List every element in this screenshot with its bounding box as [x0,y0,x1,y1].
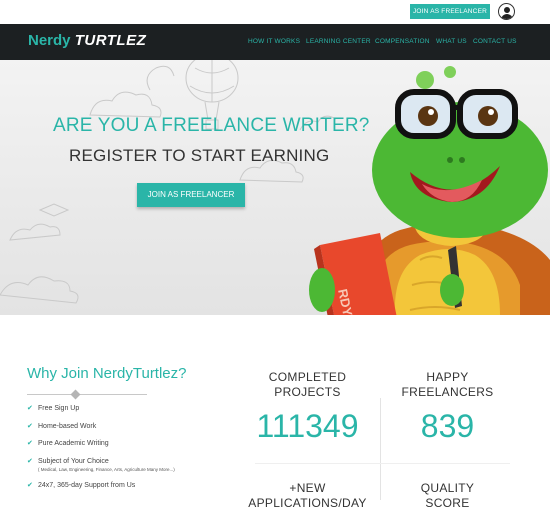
brand-logo-part2: TURTLEZ [75,32,147,49]
benefit-item: ✔ Home-based Work [27,422,175,431]
benefit-item: ✔ 24x7, 365-day Support from Us [27,481,175,490]
join-freelancer-top-button[interactable]: JOIN AS FREELANCER [410,4,490,19]
sketch-cloud-1 [90,92,161,117]
check-icon: ✔ [27,439,33,448]
sketch-cloud-3 [0,277,78,303]
stat-value: 839 [380,408,515,444]
nav-what-us[interactable]: WHAT US [436,38,467,45]
check-icon: ✔ [27,422,33,431]
divider-diamond-icon [71,390,81,400]
brand-logo-part1: Nerdy [28,32,71,49]
join-freelancer-hero-button[interactable]: JOIN AS FREELANCER [137,183,245,207]
brand-logo[interactable]: Nerdy TURTLEZ [28,32,146,50]
benefits-list: ✔ Free Sign Up ✔ Home-based Work ✔ Pure … [27,404,175,499]
hero-subheadline: REGISTER TO START EARNING [69,146,329,166]
sketch-cloud-4 [10,224,60,240]
section-divider [27,389,147,399]
benefit-note: ( Medical, Law, Engineering, Finance, Ar… [38,466,175,473]
check-icon: ✔ [27,457,33,466]
stat-label: +NEWAPPLICATIONS/DAY [240,481,375,511]
nav-contact-us[interactable]: CONTACT US [473,38,517,45]
main-navbar: Nerdy TURTLEZ HOW IT WORKS LEARNING CENT… [0,24,550,60]
avatar-body [501,14,513,20]
stat-happy-freelancers: HAPPYFREELANCERS 839 [380,370,515,444]
user-avatar-icon[interactable] [498,3,515,20]
turtle-mascot-illustration: RDY [300,60,550,315]
stat-label: QUALITYSCORE [380,481,515,511]
stat-label: HAPPYFREELANCERS [380,370,515,400]
nav-learning-center[interactable]: LEARNING CENTER [306,38,371,45]
stat-new-applications: +NEWAPPLICATIONS/DAY [240,481,375,511]
benefit-item: ✔ Pure Academic Writing [27,439,175,448]
stat-label: COMPLETEDPROJECTS [240,370,375,400]
hero-banner: ARE YOU A FREELANCE WRITER? REGISTER TO … [0,60,550,315]
check-icon: ✔ [27,481,33,490]
stat-quality-score: QUALITYSCORE [380,481,515,511]
turtle-left-hand [309,268,335,312]
turtle-right-hand [440,274,464,306]
benefit-item: ✔ Subject of Your Choice ( Medical, Law,… [27,457,175,473]
stat-completed-projects: COMPLETEDPROJECTS 111349 [240,370,375,444]
top-utility-bar: JOIN AS FREELANCER [0,0,550,24]
avatar-head [504,7,510,13]
stats-horizontal-divider [255,463,510,464]
nav-how-it-works[interactable]: HOW IT WORKS [248,38,300,45]
nav-compensation[interactable]: COMPENSATION [375,38,430,45]
stat-value: 111349 [240,408,375,444]
why-join-heading: Why Join NerdyTurtlez? [27,365,187,382]
benefit-item: ✔ Free Sign Up [27,404,175,413]
check-icon: ✔ [27,404,33,413]
